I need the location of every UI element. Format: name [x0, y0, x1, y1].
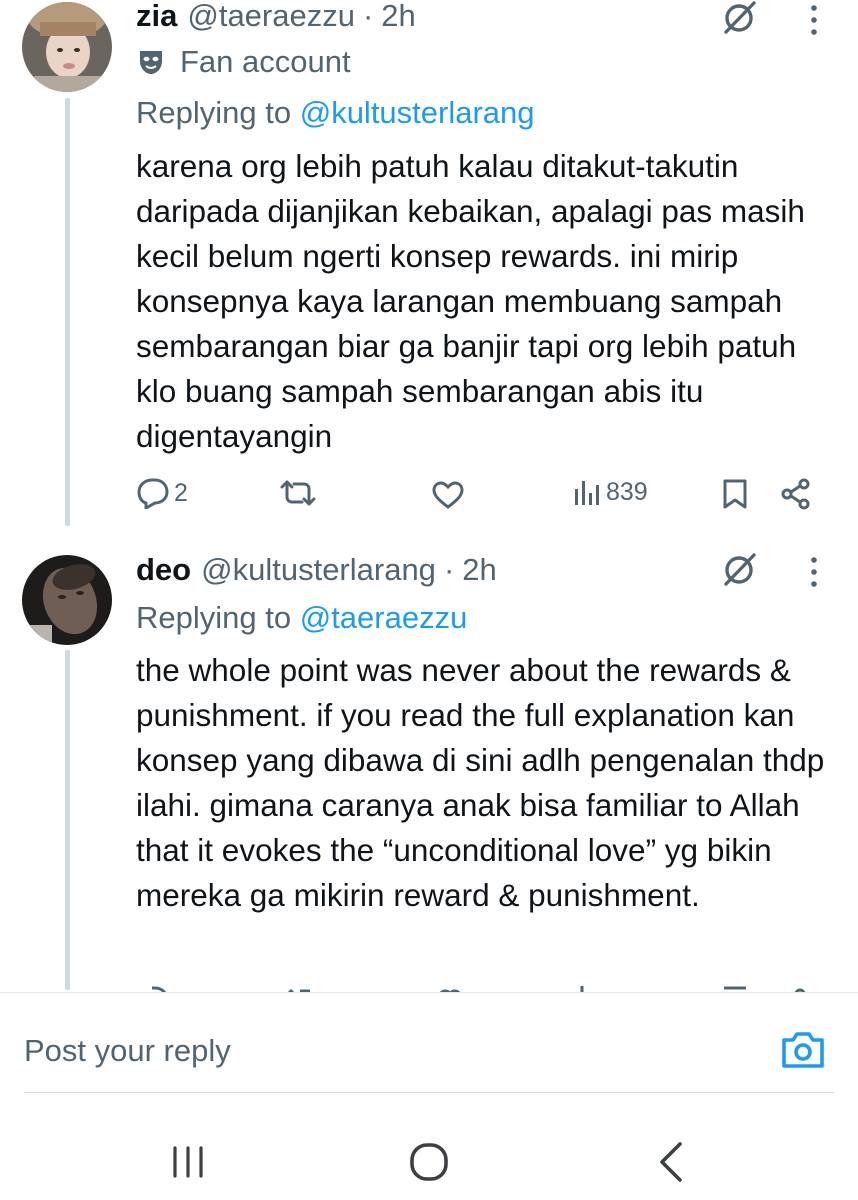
like-icon — [432, 481, 464, 509]
mention-link[interactable]: @kultusterlarang — [300, 95, 535, 130]
account-label: Fan account — [136, 44, 351, 80]
replying-prefix: Replying to — [136, 600, 300, 635]
label-text: Fan account — [180, 44, 351, 79]
reply-icon — [137, 478, 169, 509]
tweet-text: the whole point was never about the rewa… — [136, 652, 825, 913]
separator: · — [443, 552, 455, 587]
clipped-actions — [0, 976, 858, 992]
back-icon[interactable] — [656, 1140, 686, 1189]
user-handle[interactable]: @taeraezzu — [187, 0, 355, 34]
camera-icon[interactable] — [780, 1030, 826, 1075]
timestamp[interactable]: 2h — [462, 552, 496, 588]
mask-icon — [140, 51, 162, 74]
user-handle[interactable]: @kultusterlarang — [201, 552, 436, 588]
grok-icon[interactable] — [718, 0, 760, 41]
tweet-header: zia @taeraezzu · 2h — [136, 0, 416, 34]
retweet-button[interactable] — [278, 478, 318, 508]
retweet-icon — [280, 480, 316, 506]
recents-icon[interactable] — [170, 1144, 206, 1185]
replying-prefix: Replying to — [136, 95, 300, 130]
timestamp[interactable]: 2h — [381, 0, 415, 34]
system-nav-bar — [0, 1110, 858, 1200]
share-button[interactable] — [780, 478, 812, 510]
tweet-header: deo @kultusterlarang · 2h — [136, 552, 497, 588]
thread-line-2 — [65, 650, 70, 990]
display-name[interactable]: deo — [136, 552, 191, 588]
avatar-deo[interactable] — [22, 555, 112, 645]
replying-to: Replying to @taeraezzu — [136, 600, 467, 636]
composer-bottom-border — [24, 1092, 834, 1093]
replying-to: Replying to @kultusterlarang — [136, 95, 535, 131]
views-count: 839 — [606, 477, 648, 506]
more-icon[interactable] — [808, 556, 820, 593]
bookmark-button[interactable] — [722, 478, 748, 510]
tweet-text: karena org lebih patuh kalau ditakut-tak… — [136, 148, 805, 454]
thread-line — [65, 98, 70, 526]
share-icon — [781, 478, 810, 510]
reply-input[interactable]: Post your reply — [24, 1033, 231, 1069]
bookmark-icon — [723, 479, 747, 509]
separator: · — [362, 0, 374, 33]
like-button[interactable] — [431, 480, 465, 510]
mention-link[interactable]: @taeraezzu — [300, 600, 468, 635]
grok-icon[interactable] — [718, 552, 760, 593]
views-icon — [575, 481, 599, 505]
avatar-zia[interactable] — [22, 2, 112, 92]
home-icon[interactable] — [408, 1142, 450, 1187]
reply-button[interactable]: 2 — [136, 477, 188, 509]
composer-top-border — [0, 992, 858, 993]
views-button[interactable]: 839 — [572, 477, 648, 507]
more-icon[interactable] — [808, 4, 820, 41]
reply-count: 2 — [174, 478, 188, 507]
display-name[interactable]: zia — [136, 0, 177, 34]
